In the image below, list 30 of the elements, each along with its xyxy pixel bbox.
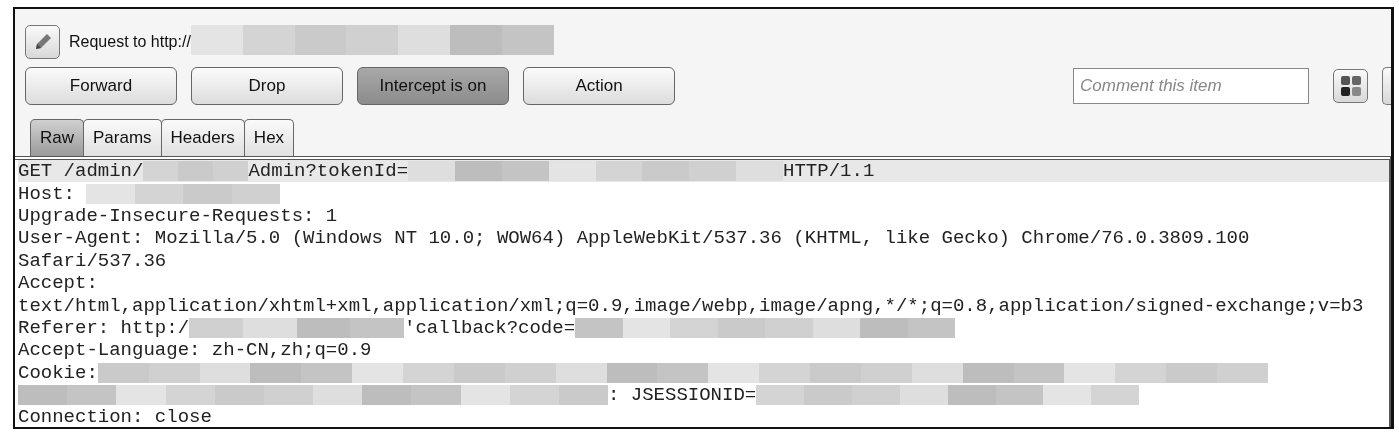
code-text: User-Agent: Mozilla/5.0 (Windows NT 10.0; WOW64) AppleWebKit/537.36 (KHTML, like Gecko) Chrome/76.0.3809.100 — [18, 227, 1250, 250]
tab[interactable]: Hex — [243, 119, 295, 156]
code-text: Admin?tokenId= — [248, 160, 409, 183]
code-text: Accept: — [18, 272, 98, 295]
code-text: : JSESSIONID= — [608, 384, 757, 407]
code-text: Referer: http:/ — [18, 316, 190, 339]
code-text: Accept-Language: zh-CN,zh;q=0.9 — [18, 339, 372, 362]
comment-field[interactable]: Comment this item — [1073, 68, 1309, 104]
code-text: Host: — [18, 182, 76, 205]
request-editor[interactable] — [15, 156, 1391, 427]
tab[interactable]: Params — [83, 119, 162, 156]
layout-button[interactable] — [1333, 69, 1368, 103]
icon-button[interactable] — [1382, 67, 1391, 105]
code-text: GET /admin/ — [18, 160, 144, 183]
code-text: Upgrade-Insecure-Requests: 1 — [18, 204, 338, 227]
tab[interactable]: Headers — [160, 119, 245, 156]
request-title: Request to http:// — [69, 33, 191, 51]
grid-icon — [1339, 75, 1362, 97]
code-text: Connection: close — [18, 406, 212, 427]
code-text: Cookie: — [18, 361, 98, 384]
toolbar-button[interactable]: Action — [523, 67, 675, 105]
code-text: Safari/537.36 — [18, 249, 167, 272]
toolbar-button[interactable]: Intercept is on — [357, 67, 509, 105]
edit-button[interactable] — [25, 25, 60, 59]
code-text: 'callback?code= — [404, 316, 576, 339]
toolbar-button[interactable]: Forward — [25, 67, 177, 105]
tab[interactable]: Raw — [30, 119, 84, 156]
code-text: text/html,application/xhtml+xml,application/xml;q=0.9,image/webp,image/apng,*/*;q=0.8,application/signed-exchange;v=b3 — [18, 294, 1364, 317]
toolbar-button[interactable]: Drop — [191, 67, 343, 105]
code-text: HTTP/1.1 — [783, 160, 875, 183]
